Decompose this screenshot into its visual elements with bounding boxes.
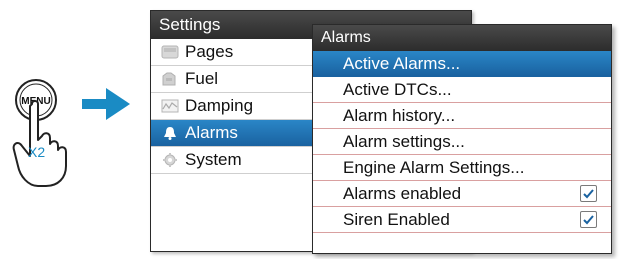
menu-item-label: Alarm history... — [343, 106, 456, 125]
settings-item-label: Alarms — [185, 123, 238, 142]
alarms-enabled-checkbox[interactable] — [580, 185, 597, 202]
pages-icon — [161, 45, 179, 59]
alarms-title: Alarms — [313, 25, 611, 51]
siren-enabled-checkbox[interactable] — [580, 211, 597, 228]
menu-item-active-dtcs[interactable]: Active DTCs... — [313, 77, 611, 103]
settings-item-label: System — [185, 150, 242, 169]
settings-item-label: Fuel — [185, 69, 219, 88]
menu-item-siren-enabled[interactable]: Siren Enabled — [313, 207, 611, 233]
menu-item-label: Siren Enabled — [343, 210, 450, 229]
settings-item-label: Pages — [185, 42, 234, 61]
checkmark-icon — [583, 215, 594, 225]
gear-icon — [163, 153, 177, 167]
alarms-menu: Alarms Active Alarms... Active DTCs... A… — [312, 24, 612, 254]
screen: MENU X2 Settings Pages Fuel — [0, 0, 627, 259]
menu-item-label: Alarms enabled — [343, 184, 462, 203]
menu-item-alarm-history[interactable]: Alarm history... — [313, 103, 611, 129]
menu-item-alarms-enabled[interactable]: Alarms enabled — [313, 181, 611, 207]
damping-icon — [161, 99, 179, 113]
menu-item-label: Active DTCs... — [343, 80, 452, 99]
menu-item-active-alarms[interactable]: Active Alarms... — [313, 51, 611, 77]
pointing-hand-icon: MENU — [12, 79, 67, 187]
menu-item-label: Engine Alarm Settings... — [343, 158, 525, 177]
press-count-label: X2 — [28, 144, 46, 160]
menu-item-label: Alarm settings... — [343, 132, 465, 151]
arrow-right-icon — [82, 88, 130, 120]
bell-icon — [164, 127, 176, 140]
settings-item-label: Damping — [185, 96, 254, 115]
menu-item-alarm-settings[interactable]: Alarm settings... — [313, 129, 611, 155]
fuel-icon — [162, 72, 176, 86]
checkmark-icon — [583, 189, 594, 199]
menu-item-engine-alarm-settings[interactable]: Engine Alarm Settings... — [313, 155, 611, 181]
menu-item-label: Active Alarms... — [343, 54, 461, 73]
